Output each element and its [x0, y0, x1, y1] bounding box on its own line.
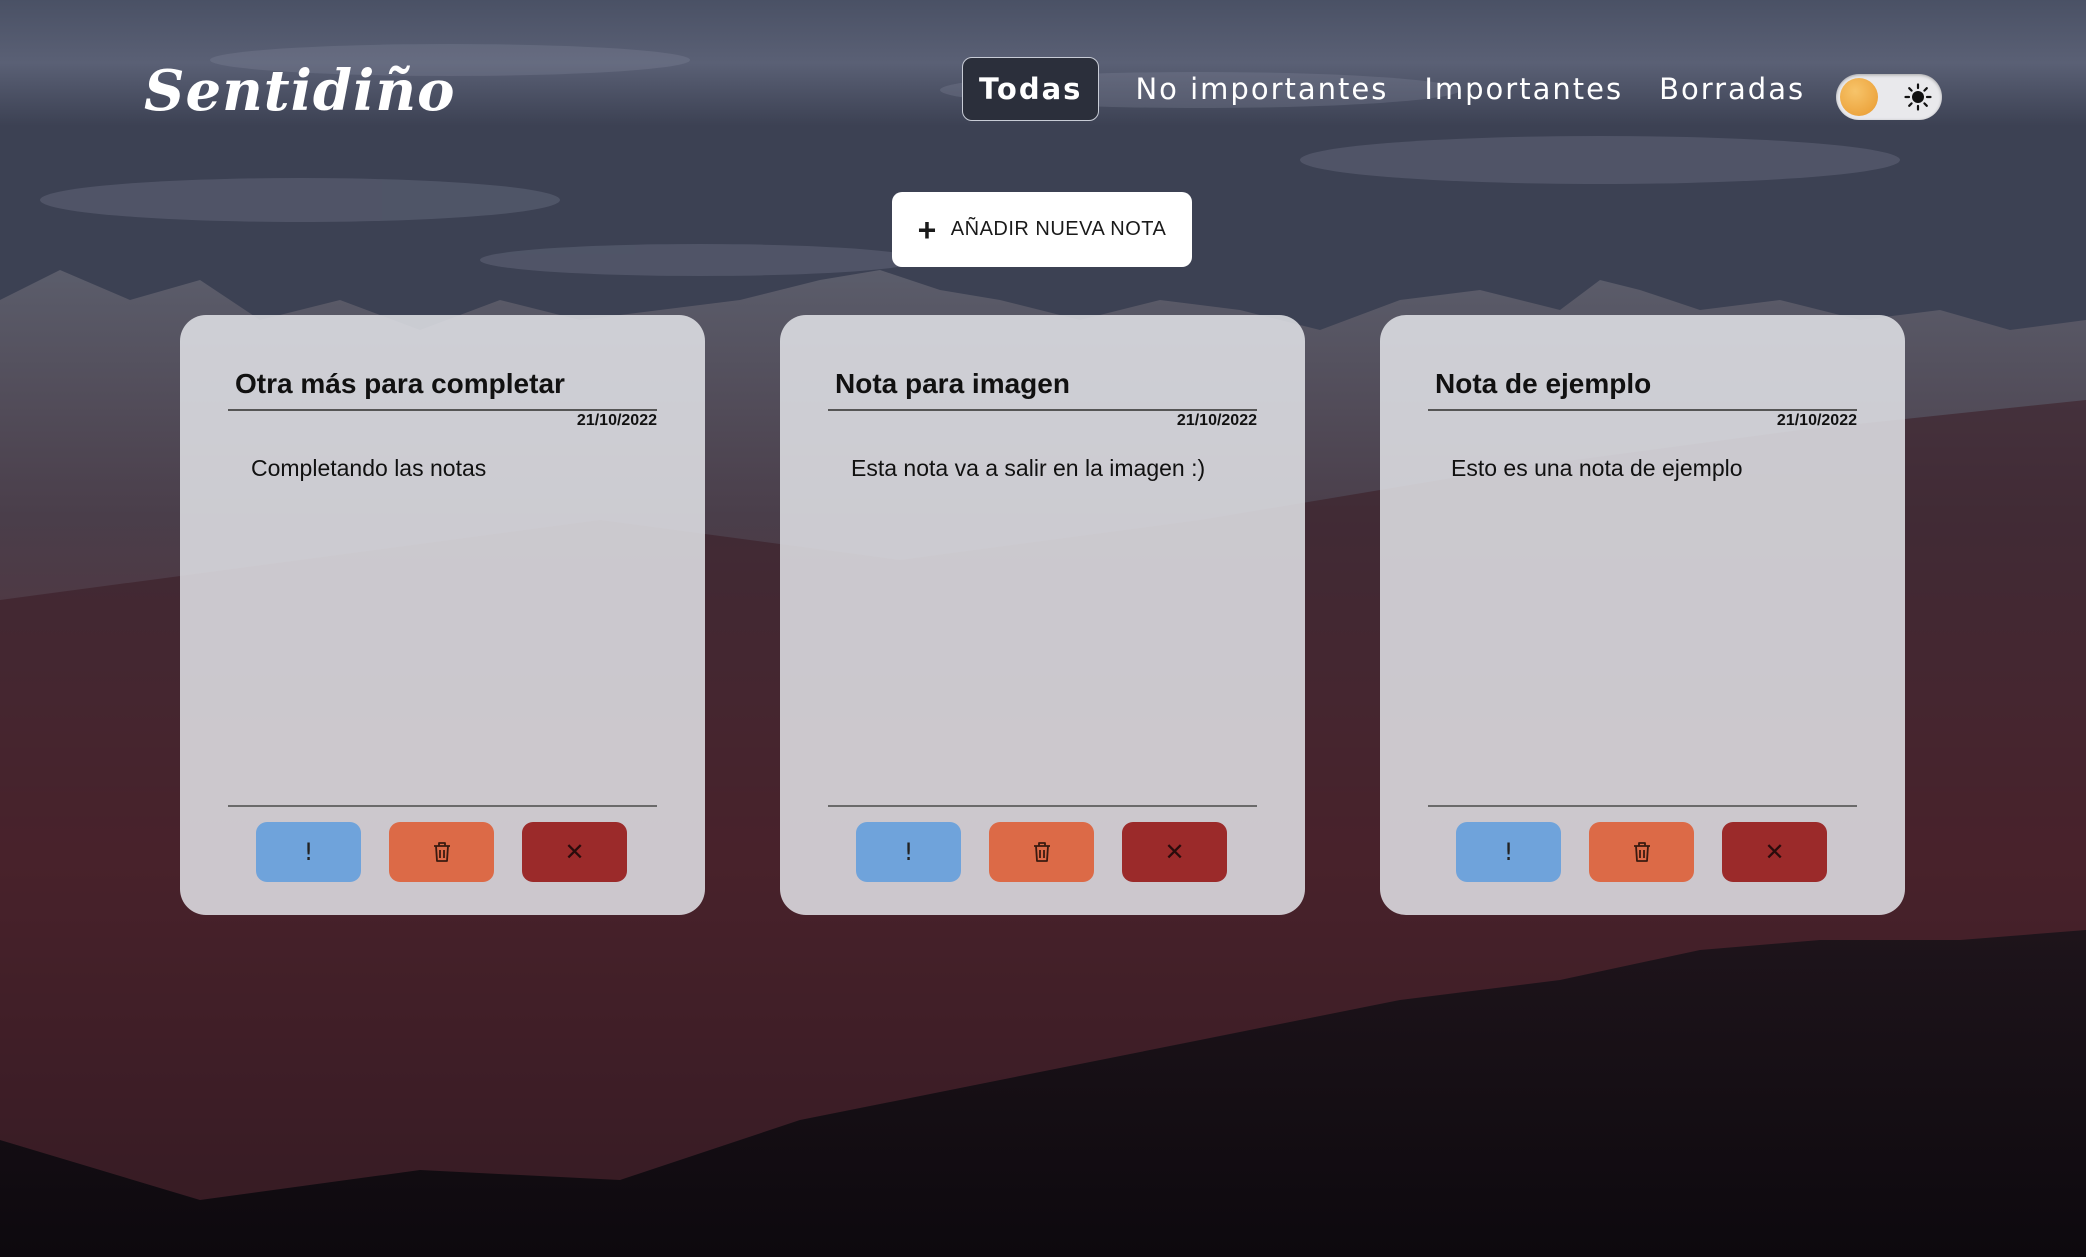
add-note-button[interactable]: + AÑADIR NUEVA NOTA: [892, 192, 1192, 267]
note-title: Otra más para completar: [235, 368, 565, 399]
note-card: Otra más para completar 21/10/2022 Compl…: [180, 315, 705, 915]
trash-icon: [433, 842, 450, 862]
remove-button[interactable]: ✕: [522, 822, 627, 882]
note-divider: [828, 409, 1257, 411]
note-date: 21/10/2022: [576, 412, 657, 429]
theme-toggle[interactable]: [1836, 74, 1942, 120]
note-actions: ! ✕: [256, 822, 655, 882]
note-divider: [228, 805, 657, 807]
note-actions: ! ✕: [1456, 822, 1855, 882]
note-divider: [828, 805, 1257, 807]
app-root: Sentidiño Todas No importantes Important…: [0, 0, 2086, 1257]
note-divider: [228, 409, 657, 411]
nav-tab-todas[interactable]: Todas: [962, 57, 1100, 121]
nav-tab-borradas[interactable]: Borradas: [1643, 57, 1821, 121]
note-body: Esto es una nota de ejemplo: [1451, 455, 1743, 481]
delete-button[interactable]: [389, 822, 494, 882]
mark-important-button[interactable]: !: [256, 822, 361, 882]
note-title: Nota para imagen: [835, 368, 1070, 399]
note-divider: [1428, 409, 1857, 411]
nav-tab-importantes[interactable]: Importantes: [1408, 57, 1639, 121]
note-card: Nota para imagen 21/10/2022 Esta nota va…: [780, 315, 1305, 915]
remove-button[interactable]: ✕: [1122, 822, 1227, 882]
note-body: Completando las notas: [251, 455, 487, 481]
nav-tab-no-importantes[interactable]: No importantes: [1119, 57, 1404, 121]
filter-nav: Todas No importantes Importantes Borrada…: [962, 56, 1825, 122]
note-date: 21/10/2022: [1776, 412, 1857, 429]
mark-important-button[interactable]: !: [1456, 822, 1561, 882]
plus-icon: +: [917, 211, 937, 248]
toggle-knob: [1840, 78, 1878, 116]
note-body: Esta nota va a salir en la imagen :): [851, 455, 1206, 481]
trash-icon: [1633, 842, 1650, 862]
remove-button[interactable]: ✕: [1722, 822, 1827, 882]
trash-icon: [1033, 842, 1050, 862]
note-date: 21/10/2022: [1176, 412, 1257, 429]
sun-icon: [1904, 83, 1932, 111]
note-title: Nota de ejemplo: [1435, 368, 1652, 399]
delete-button[interactable]: [989, 822, 1094, 882]
mark-important-button[interactable]: !: [856, 822, 961, 882]
delete-button[interactable]: [1589, 822, 1694, 882]
note-divider: [1428, 805, 1857, 807]
note-card: Nota de ejemplo 21/10/2022 Esto es una n…: [1380, 315, 1905, 915]
app-logo[interactable]: Sentidiño: [144, 58, 455, 124]
note-actions: ! ✕: [856, 822, 1255, 882]
add-note-label: AÑADIR NUEVA NOTA: [950, 218, 1167, 240]
